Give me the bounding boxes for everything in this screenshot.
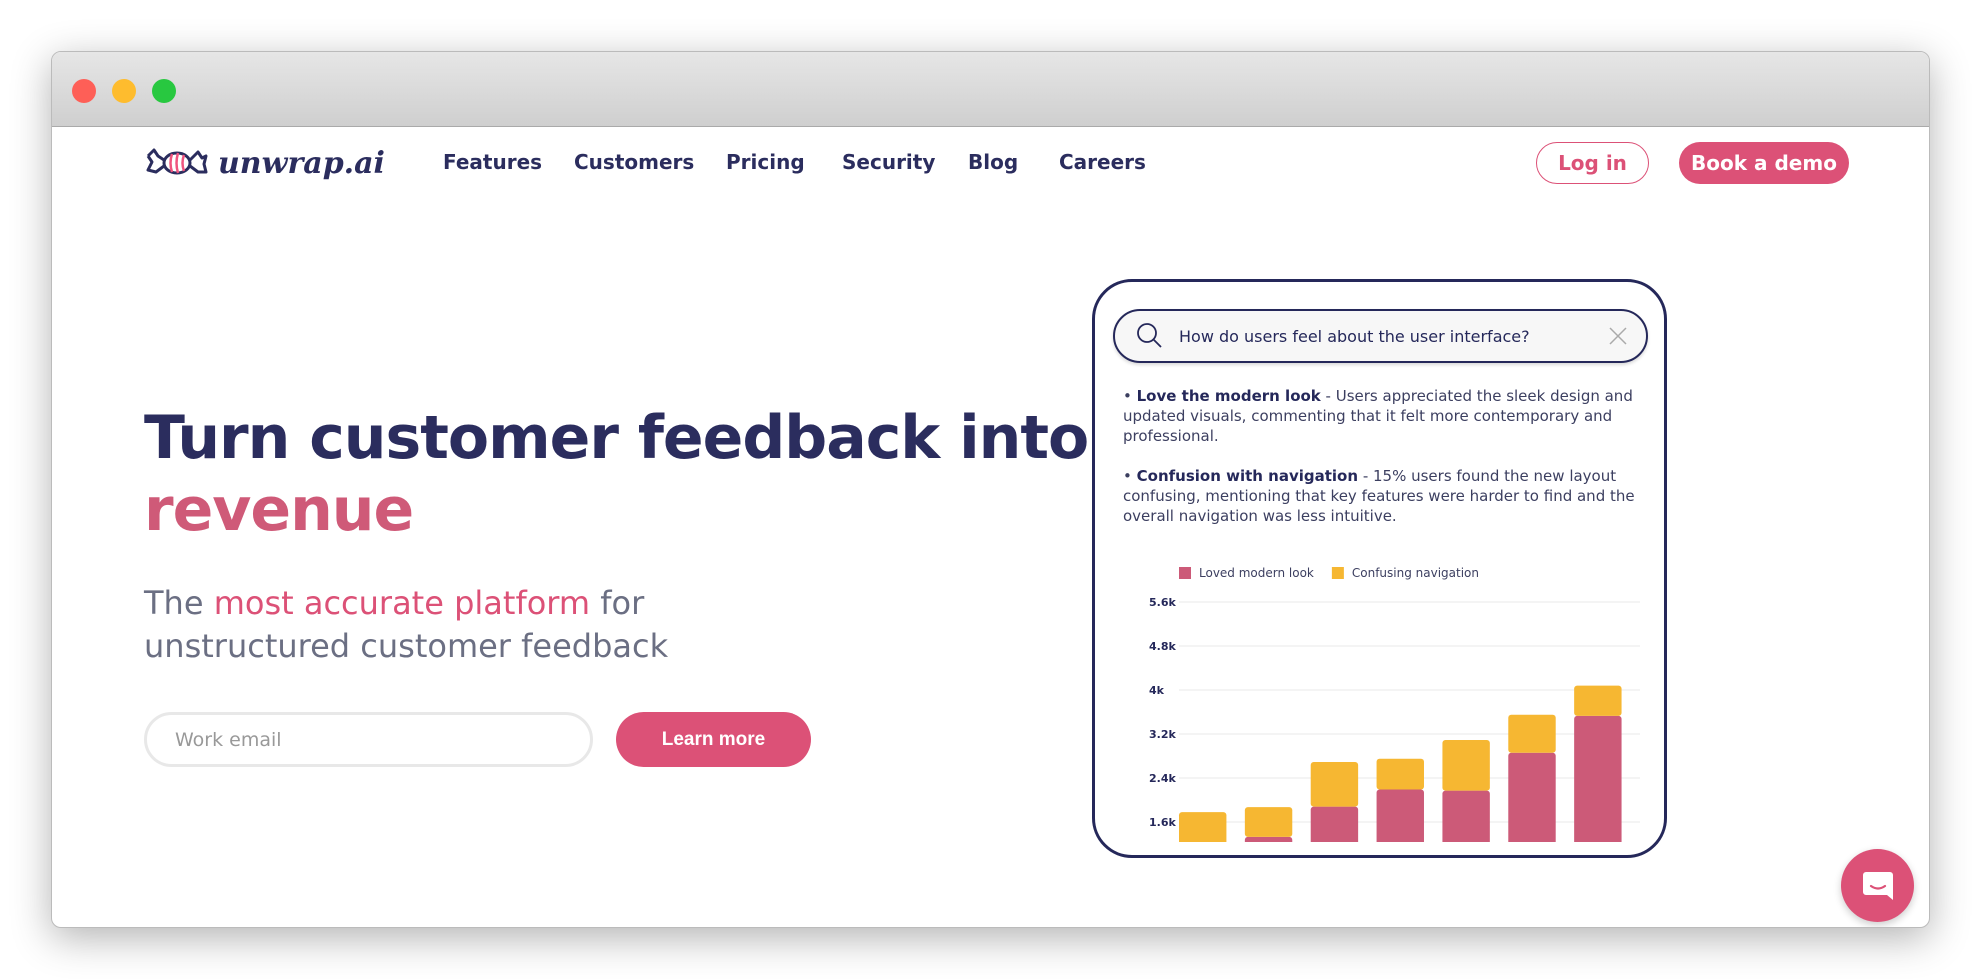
hero-title-line1: Turn customer feedback into [144, 403, 1089, 473]
chat-icon [1862, 871, 1893, 900]
bar-segment [1574, 715, 1622, 842]
subtitle-line2: unstructured customer feedback [144, 627, 669, 665]
hero-title-highlight: revenue [144, 475, 414, 545]
login-button[interactable]: Log in [1536, 142, 1649, 184]
nav-blog[interactable]: Blog [968, 150, 1018, 174]
title-bar [52, 52, 1929, 127]
hero-title: Turn customer feedback into revenue [144, 402, 1089, 546]
query-search-bar[interactable]: How do users feel about the user interfa… [1113, 309, 1648, 363]
search-icon [1137, 323, 1162, 348]
bullet-item: • Love the modern look - Users appreciat… [1123, 387, 1633, 445]
query-text: How do users feel about the user interfa… [1179, 326, 1530, 346]
subtitle-pre: The [144, 584, 214, 622]
logo-text: unwrap.ai [218, 145, 385, 181]
subtitle-highlight: most accurate platform [213, 584, 591, 622]
bar-segment [1442, 740, 1490, 791]
legend-label: Confusing navigation [1352, 566, 1479, 580]
bar-segment [1508, 714, 1556, 753]
y-tick-label: 1.6k [1149, 816, 1176, 829]
work-email-input[interactable] [144, 712, 593, 767]
chat-launcher-button[interactable] [1841, 849, 1914, 922]
close-window-button[interactable] [72, 79, 96, 103]
answer-bullets: • Love the modern look - Users appreciat… [1123, 386, 1643, 546]
legend-swatch [1331, 567, 1344, 579]
bar-segment [1376, 758, 1424, 790]
maximize-window-button[interactable] [152, 79, 176, 103]
nav-careers[interactable]: Careers [1059, 150, 1146, 174]
minimize-window-button[interactable] [112, 79, 136, 103]
nav-security[interactable]: Security [842, 150, 935, 174]
bar-segment [1508, 752, 1556, 842]
y-tick-label: 5.6k [1149, 596, 1176, 609]
learn-more-button[interactable]: Learn more [616, 712, 811, 767]
candy-logo-icon [146, 148, 208, 175]
logo[interactable]: unwrap.ai [144, 142, 385, 184]
bar-segment [1310, 806, 1359, 842]
legend-label: Loved modern look [1199, 566, 1314, 580]
y-tick-label: 4.8k [1149, 640, 1176, 653]
bar-segment [1376, 789, 1424, 842]
bar-segment [1310, 762, 1359, 807]
bullet-title: Confusion with navigation [1136, 467, 1359, 485]
top-nav: unwrap.ai Features Customers Pricing Sec… [52, 142, 1929, 202]
bar-segment [1244, 836, 1293, 842]
nav-customers[interactable]: Customers [574, 150, 694, 174]
book-demo-button[interactable]: Book a demo [1679, 142, 1849, 184]
bar-segment [1179, 812, 1227, 842]
bar-segment [1574, 685, 1622, 716]
y-tick-label: 3.2k [1149, 728, 1176, 741]
nav-features[interactable]: Features [443, 150, 542, 174]
close-icon[interactable] [1608, 326, 1628, 346]
bar-segment [1442, 790, 1490, 842]
bullet-title: Love the modern look [1136, 387, 1321, 405]
bar-segment [1244, 807, 1293, 837]
y-tick-label: 4k [1149, 684, 1165, 697]
nav-pricing[interactable]: Pricing [726, 150, 805, 174]
legend-swatch [1179, 567, 1191, 579]
y-tick-label: 2.4k [1149, 772, 1176, 785]
feedback-demo-card: How do users feel about the user interfa… [1092, 279, 1667, 858]
stacked-bar-chart: Loved modern lookConfusing navigation080… [1149, 566, 1640, 842]
browser-window: unwrap.ai Features Customers Pricing Sec… [51, 51, 1930, 928]
hero-subtitle: The most accurate platform for unstructu… [144, 582, 668, 668]
subtitle-post: for [590, 584, 645, 622]
bullet-item: • Confusion with navigation - 15% users … [1123, 467, 1635, 525]
